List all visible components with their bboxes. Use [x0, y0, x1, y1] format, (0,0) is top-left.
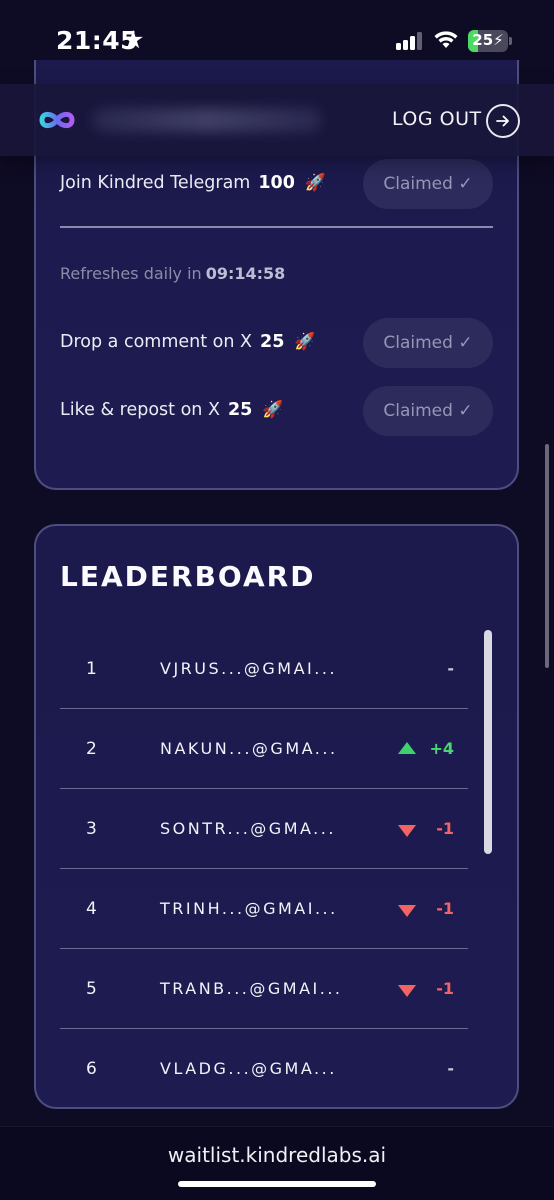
rank: 3 — [86, 819, 97, 839]
rank-change: -1 — [436, 899, 454, 918]
rank-change: +4 — [429, 739, 454, 758]
task-points: 100 — [258, 173, 295, 193]
email: VLADG...@GMA... — [160, 1059, 337, 1078]
task-row: Drop a comment on X 25 🚀 Claimed ✓ — [60, 318, 493, 370]
arrow-right-icon — [496, 115, 509, 127]
email: NAKUN...@GMA... — [160, 739, 338, 758]
task-points: 25 — [227, 400, 253, 420]
leaderboard-row: 3 SONTR...@GMA... -1 — [60, 789, 468, 869]
battery-cap — [509, 37, 512, 45]
task-points: 25 — [260, 332, 285, 352]
triangle-down-icon — [398, 825, 416, 837]
task-title: Like & repost on X — [60, 400, 220, 420]
url-text[interactable]: waitlist.kindredlabs.ai — [0, 1143, 554, 1167]
claimed-button[interactable]: Claimed ✓ — [363, 318, 493, 368]
leaderboard-title: LEADERBOARD — [60, 560, 316, 593]
claimed-button[interactable]: Claimed ✓ — [363, 386, 493, 436]
star-icon: ★ — [122, 25, 145, 54]
refresh-label: Refreshes daily in — [60, 264, 202, 283]
logout-label[interactable]: LOG OUT — [392, 108, 482, 130]
rank-change: - — [447, 1059, 454, 1078]
task-label: Like & repost on X 25 🚀 — [60, 400, 283, 420]
rocket-icon: 🚀 — [294, 332, 316, 352]
wifi-icon — [434, 31, 458, 48]
leaderboard-row: 1 VJRUS...@GMAI... - — [60, 629, 468, 709]
rank-change: -1 — [436, 819, 454, 838]
triangle-down-icon — [398, 985, 416, 997]
leaderboard-scrollbar[interactable] — [484, 630, 492, 854]
task-row: Join Kindred Telegram 100 🚀 Claimed ✓ — [60, 159, 493, 211]
page-scrollbar[interactable] — [545, 444, 549, 668]
rank: 2 — [86, 739, 97, 759]
task-label: Drop a comment on X 25 🚀 — [60, 332, 316, 352]
app-header: LOG OUT — [0, 84, 554, 156]
rank-change: -1 — [436, 979, 454, 998]
blurred-username — [92, 108, 322, 132]
leaderboard-row: 6 VLADG...@GMA... - — [60, 1029, 468, 1107]
rocket-icon: 🚀 — [262, 400, 284, 420]
email: TRINH...@GMAI... — [160, 899, 338, 918]
battery-level: 25 — [472, 31, 494, 49]
leaderboard-row: 2 NAKUN...@GMA... +4 — [60, 709, 468, 789]
email: TRANB...@GMAI... — [160, 979, 343, 998]
cellular-signal-icon — [396, 32, 424, 50]
task-title: Drop a comment on X — [60, 332, 253, 352]
email: SONTR...@GMA... — [160, 819, 336, 838]
refresh-countdown: Refreshes daily in 09:14:58 — [60, 264, 285, 283]
email: VJRUS...@GMAI... — [160, 659, 338, 678]
task-label: Join Kindred Telegram 100 🚀 — [60, 173, 326, 193]
rocket-icon: 🚀 — [304, 173, 327, 193]
rank: 6 — [86, 1059, 97, 1079]
rank: 4 — [86, 899, 97, 919]
leaderboard-row: 4 TRINH...@GMAI... -1 — [60, 869, 468, 949]
logout-button[interactable] — [486, 104, 520, 138]
task-row: Like & repost on X 25 🚀 Claimed ✓ — [60, 386, 493, 438]
leaderboard-row: 5 TRANB...@GMAI... -1 — [60, 949, 468, 1029]
refresh-time: 09:14:58 — [205, 264, 286, 283]
task-title: Join Kindred Telegram — [60, 173, 251, 193]
rank: 5 — [86, 979, 97, 999]
rank: 1 — [86, 659, 97, 679]
battery-icon: 25⚡ — [468, 30, 508, 52]
triangle-down-icon — [398, 905, 416, 917]
divider — [60, 226, 493, 228]
leaderboard-card: LEADERBOARD 1 VJRUS...@GMAI... - 2 NAKUN… — [34, 524, 519, 1109]
rank-change: - — [447, 659, 454, 678]
kindred-logo-icon[interactable] — [38, 108, 76, 132]
triangle-up-icon — [398, 742, 416, 754]
claimed-button[interactable]: Claimed ✓ — [363, 159, 493, 209]
browser-url-bar[interactable]: waitlist.kindredlabs.ai — [0, 1126, 554, 1200]
home-indicator[interactable] — [178, 1181, 376, 1187]
